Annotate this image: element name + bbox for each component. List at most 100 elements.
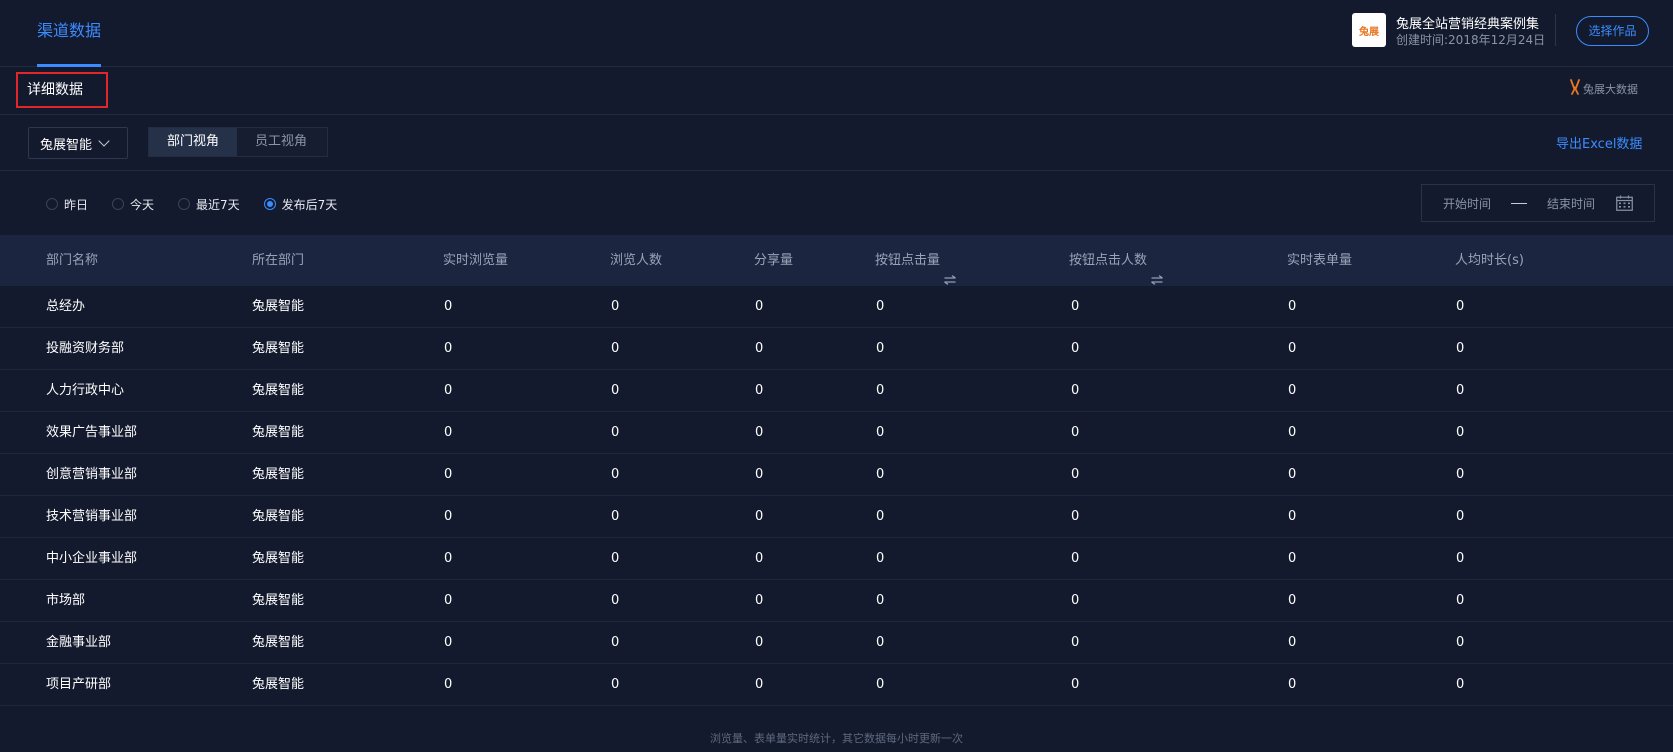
cell-button-click-users: 0 [1071, 341, 1080, 356]
cell-button-click-users: 0 [1071, 677, 1080, 692]
cell-button-clicks: 0 [876, 425, 885, 440]
calendar-icon[interactable] [1616, 195, 1633, 211]
table-row: 投融资财务部 兔展智能 0 0 0 0 0 0 0 [0, 328, 1673, 370]
table-row: 中小企业事业部 兔展智能 0 0 0 0 0 0 0 [0, 538, 1673, 580]
cell-visitors: 0 [611, 467, 620, 482]
header-divider [1555, 14, 1556, 46]
cell-avg-duration: 0 [1456, 509, 1465, 524]
radio-last-7-days[interactable]: 最近7天 [178, 196, 240, 213]
cell-visitors: 0 [611, 425, 620, 440]
cell-parent-department: 兔展智能 [252, 677, 305, 692]
cell-department-name: 总经办 [46, 299, 86, 314]
radio-yesterday[interactable]: 昨日 [46, 196, 88, 213]
tab-employee-view[interactable]: 员工视角 [237, 128, 325, 156]
cell-avg-duration: 0 [1456, 551, 1465, 566]
radio-label: 今天 [130, 197, 155, 212]
cell-avg-duration: 0 [1456, 383, 1465, 398]
cell-realtime-views: 0 [444, 341, 453, 356]
cell-shares: 0 [755, 677, 764, 692]
radio-today[interactable]: 今天 [112, 196, 154, 213]
company-select-value: 兔展智能 [40, 137, 93, 153]
cell-visitors: 0 [611, 593, 620, 608]
start-date-input[interactable]: 开始时间 [1443, 195, 1491, 212]
cell-department-name: 技术营销事业部 [46, 509, 138, 524]
cell-parent-department: 兔展智能 [252, 635, 305, 650]
cell-shares: 0 [755, 635, 764, 650]
column-header: 实时表单量 [1287, 235, 1352, 286]
column-header-sortable[interactable]: 按钮点击量 [875, 235, 956, 286]
radio-7-days-after-publish[interactable]: 发布后7天 [263, 196, 337, 213]
column-header-label: 所在部门 [252, 253, 305, 268]
select-work-button[interactable]: 选择作品 [1576, 16, 1649, 46]
date-range-radio-group: 昨日 今天 最近7天 发布后7天 [46, 196, 361, 212]
cell-button-clicks: 0 [876, 341, 885, 356]
cell-parent-department: 兔展智能 [252, 593, 305, 608]
cell-department-name: 市场部 [46, 593, 86, 608]
column-header-label: 按钮点击量 [875, 253, 941, 268]
cell-realtime-forms: 0 [1288, 677, 1297, 692]
bunny-logo-svg [1570, 79, 1580, 95]
sort-icon[interactable] [1151, 256, 1163, 285]
radio-checked-icon [263, 198, 276, 210]
chevron-down-icon [98, 135, 110, 147]
radio-icon [46, 198, 58, 210]
section-title: 详细数据 [16, 72, 108, 108]
cell-avg-duration: 0 [1456, 593, 1465, 608]
cell-shares: 0 [755, 593, 764, 608]
cell-button-click-users: 0 [1071, 635, 1080, 650]
column-header: 部门名称 [46, 235, 98, 286]
cell-visitors: 0 [611, 299, 620, 314]
table-row: 市场部 兔展智能 0 0 0 0 0 0 0 [0, 580, 1673, 622]
cell-parent-department: 兔展智能 [252, 383, 305, 398]
table-row: 项目产研部 兔展智能 0 0 0 0 0 0 0 [0, 664, 1673, 706]
tab-department-view[interactable]: 部门视角 [149, 128, 237, 156]
cell-shares: 0 [755, 383, 764, 398]
cell-shares: 0 [755, 551, 764, 566]
sort-icon[interactable] [944, 256, 956, 285]
column-header: 所在部门 [252, 235, 304, 286]
section-header [0, 67, 1673, 115]
cell-realtime-views: 0 [444, 635, 453, 650]
cell-visitors: 0 [611, 635, 620, 650]
table-row: 技术营销事业部 兔展智能 0 0 0 0 0 0 0 [0, 496, 1673, 538]
cell-button-clicks: 0 [876, 299, 885, 314]
cell-button-clicks: 0 [876, 383, 885, 398]
column-header-sortable[interactable]: 按钮点击人数 [1069, 235, 1163, 286]
cell-realtime-views: 0 [444, 509, 453, 524]
radio-label: 最近7天 [196, 197, 240, 212]
radio-label: 昨日 [64, 197, 89, 212]
cell-button-click-users: 0 [1071, 551, 1080, 566]
sort-svg [1151, 274, 1163, 285]
cell-visitors: 0 [611, 677, 620, 692]
cell-realtime-forms: 0 [1288, 299, 1297, 314]
cell-visitors: 0 [611, 509, 620, 524]
column-header: 实时浏览量 [443, 235, 508, 286]
tab-channel-data[interactable]: 渠道数据 [37, 18, 101, 67]
cell-realtime-forms: 0 [1288, 467, 1297, 482]
table-row: 创意营销事业部 兔展智能 0 0 0 0 0 0 0 [0, 454, 1673, 496]
table-row: 效果广告事业部 兔展智能 0 0 0 0 0 0 0 [0, 412, 1673, 454]
cell-parent-department: 兔展智能 [252, 299, 305, 314]
cell-parent-department: 兔展智能 [252, 341, 305, 356]
cell-department-name: 金融事业部 [46, 635, 112, 650]
export-excel-link[interactable]: 导出Excel数据 [1556, 133, 1642, 152]
company-select[interactable]: 兔展智能 [28, 127, 128, 159]
table-row: 总经办 兔展智能 0 0 0 0 0 0 0 [0, 286, 1673, 328]
cell-department-name: 效果广告事业部 [46, 425, 138, 440]
cell-shares: 0 [755, 467, 764, 482]
end-date-input[interactable]: 结束时间 [1547, 195, 1595, 212]
cell-realtime-views: 0 [444, 425, 453, 440]
cell-button-clicks: 0 [876, 677, 885, 692]
column-header-label: 人均时长(s) [1455, 253, 1524, 268]
column-header: 浏览人数 [610, 235, 662, 286]
sort-svg [944, 274, 956, 285]
cell-avg-duration: 0 [1456, 635, 1465, 650]
cell-realtime-forms: 0 [1288, 425, 1297, 440]
cell-avg-duration: 0 [1456, 299, 1465, 314]
cell-avg-duration: 0 [1456, 341, 1465, 356]
table-row: 金融事业部 兔展智能 0 0 0 0 0 0 0 [0, 622, 1673, 664]
cell-avg-duration: 0 [1456, 467, 1465, 482]
column-header-label: 部门名称 [46, 253, 99, 268]
cell-department-name: 人力行政中心 [46, 383, 125, 398]
cell-button-clicks: 0 [876, 467, 885, 482]
